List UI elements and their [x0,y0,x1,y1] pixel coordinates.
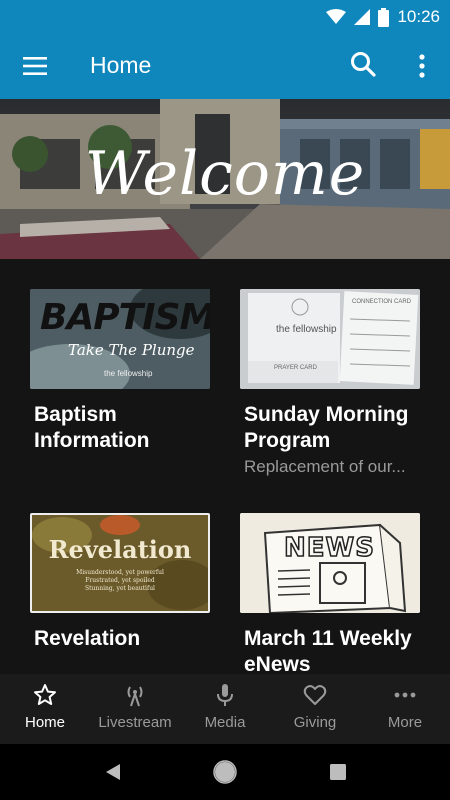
search-button[interactable] [350,51,380,81]
cell-signal-icon [354,9,371,25]
card-title: Baptism Information [34,403,150,452]
status-bar: 10:26 [0,0,450,33]
nav-more[interactable]: More [360,674,450,744]
app-bar: Home [0,33,450,99]
more-horiz-icon [394,692,416,698]
card-thumb-line2: Frustrated, yet spoiled [85,577,155,584]
nav-label: Media [204,714,246,731]
card-thumbnail: the fellowship PRAYER CARD CONNECTION CA… [240,289,420,389]
nav-label: Home [24,714,65,731]
nav-label: Livestream [98,714,172,731]
nav-label: More [387,714,423,731]
broadcast-icon [127,686,143,707]
card-thumb-script: Take The Plunge [68,341,195,359]
nav-giving[interactable]: Giving [270,674,360,744]
page-title: Home [90,52,152,78]
card-thumb-title: Revelation [48,535,192,564]
card-thumb-title: NEWS [283,532,375,564]
card-thumb-line1: Misunderstood, yet powerful [76,569,164,576]
battery-icon [378,7,390,27]
card-subtitle: Replacement of our... [244,457,406,476]
microphone-icon [217,684,233,706]
card-title: Revelation [34,627,141,650]
home-circle-icon[interactable] [213,760,237,784]
more-vert-icon [419,54,425,78]
status-icons: 10:26 [326,6,440,28]
card-thumbnail: NEWS [240,513,420,613]
status-time: 10:26 [397,7,440,26]
welcome-banner[interactable]: Welcome [0,99,450,259]
card-thumb-footer: the fellowship [104,369,153,378]
back-icon[interactable] [104,763,122,781]
star-icon [34,684,56,705]
wifi-icon [326,9,347,24]
menu-icon [23,57,47,75]
nav-home[interactable]: Home [0,674,90,744]
card-title: March 11 Weekly eNews [244,627,412,676]
card-thumb-label2: CONNECTION CARD [352,299,412,305]
card-thumb-line3: Stunning, yet beautiful [85,585,155,592]
card-thumb-text: the fellowship [276,324,337,335]
nav-livestream[interactable]: Livestream [90,674,180,744]
card-title: Sunday Morning Program [244,403,409,452]
search-icon [351,52,376,77]
recents-icon[interactable] [330,764,346,780]
nav-media[interactable]: Media [180,674,270,744]
heart-icon [303,685,327,705]
card-thumb-label1: PRAYER CARD [274,365,317,371]
banner-welcome-text: Welcome [84,139,366,209]
card-thumbnail: BAPTISM Take The Plunge the fellowship [30,289,210,389]
card-thumbnail: Revelation Misunderstood, yet powerful F… [30,513,210,613]
system-navigation-bar [0,744,450,800]
overflow-menu-button[interactable] [410,51,434,81]
card-thumb-title: BAPTISM [40,297,210,338]
bottom-navigation: Home Livestream Media Giving More [0,674,450,744]
menu-button[interactable] [20,51,50,81]
nav-label: Giving [293,714,337,731]
